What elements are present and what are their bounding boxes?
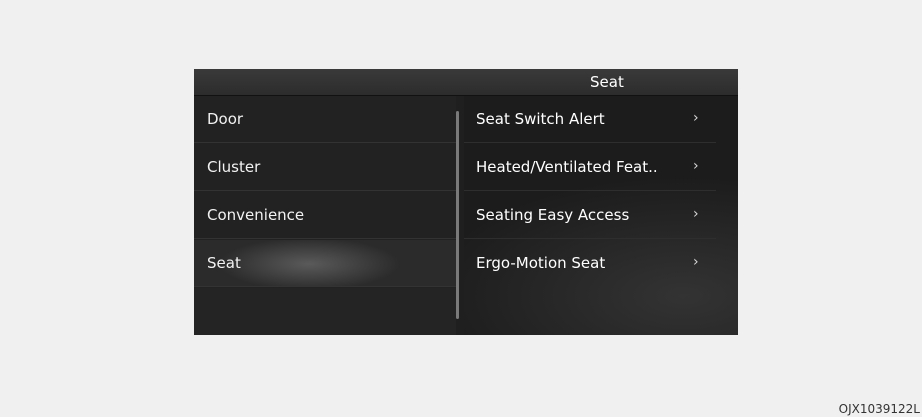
option-label: Ergo-Motion Seat	[476, 254, 606, 272]
option-seat-switch-alert[interactable]: Seat Switch Alert ›	[464, 96, 716, 143]
settings-screen: Seat Door Cluster Convenience Seat Seat …	[194, 69, 738, 335]
option-label: Heated/Ventilated Feat..	[476, 158, 658, 176]
category-item-label: Door	[207, 110, 244, 128]
option-heated-ventilated[interactable]: Heated/Ventilated Feat.. ›	[464, 144, 716, 191]
seat-options-list: Seat Switch Alert › Heated/Ventilated Fe…	[464, 96, 738, 335]
category-list: Door Cluster Convenience Seat	[194, 96, 456, 335]
chevron-right-icon: ›	[693, 110, 699, 126]
category-item-label: Seat	[207, 254, 241, 272]
option-label: Seat Switch Alert	[476, 110, 605, 128]
chevron-right-icon: ›	[693, 254, 699, 270]
chevron-right-icon: ›	[693, 158, 699, 174]
category-item-label: Cluster	[207, 158, 261, 176]
category-item-label: Convenience	[207, 206, 305, 224]
chevron-right-icon: ›	[693, 206, 699, 222]
option-seating-easy-access[interactable]: Seating Easy Access ›	[464, 192, 716, 239]
page-title: Seat	[590, 73, 624, 91]
category-item-empty	[194, 288, 456, 335]
figure-code: OJX1039122L	[838, 402, 920, 416]
header-bar: Seat	[194, 69, 738, 96]
option-ergo-motion-seat[interactable]: Ergo-Motion Seat ›	[464, 240, 716, 287]
category-item-convenience[interactable]: Convenience	[194, 192, 456, 239]
option-label: Seating Easy Access	[476, 206, 630, 224]
category-item-seat[interactable]: Seat	[194, 240, 456, 287]
list-scrollbar[interactable]	[456, 111, 459, 319]
category-item-cluster[interactable]: Cluster	[194, 144, 456, 191]
category-item-door[interactable]: Door	[194, 96, 456, 143]
